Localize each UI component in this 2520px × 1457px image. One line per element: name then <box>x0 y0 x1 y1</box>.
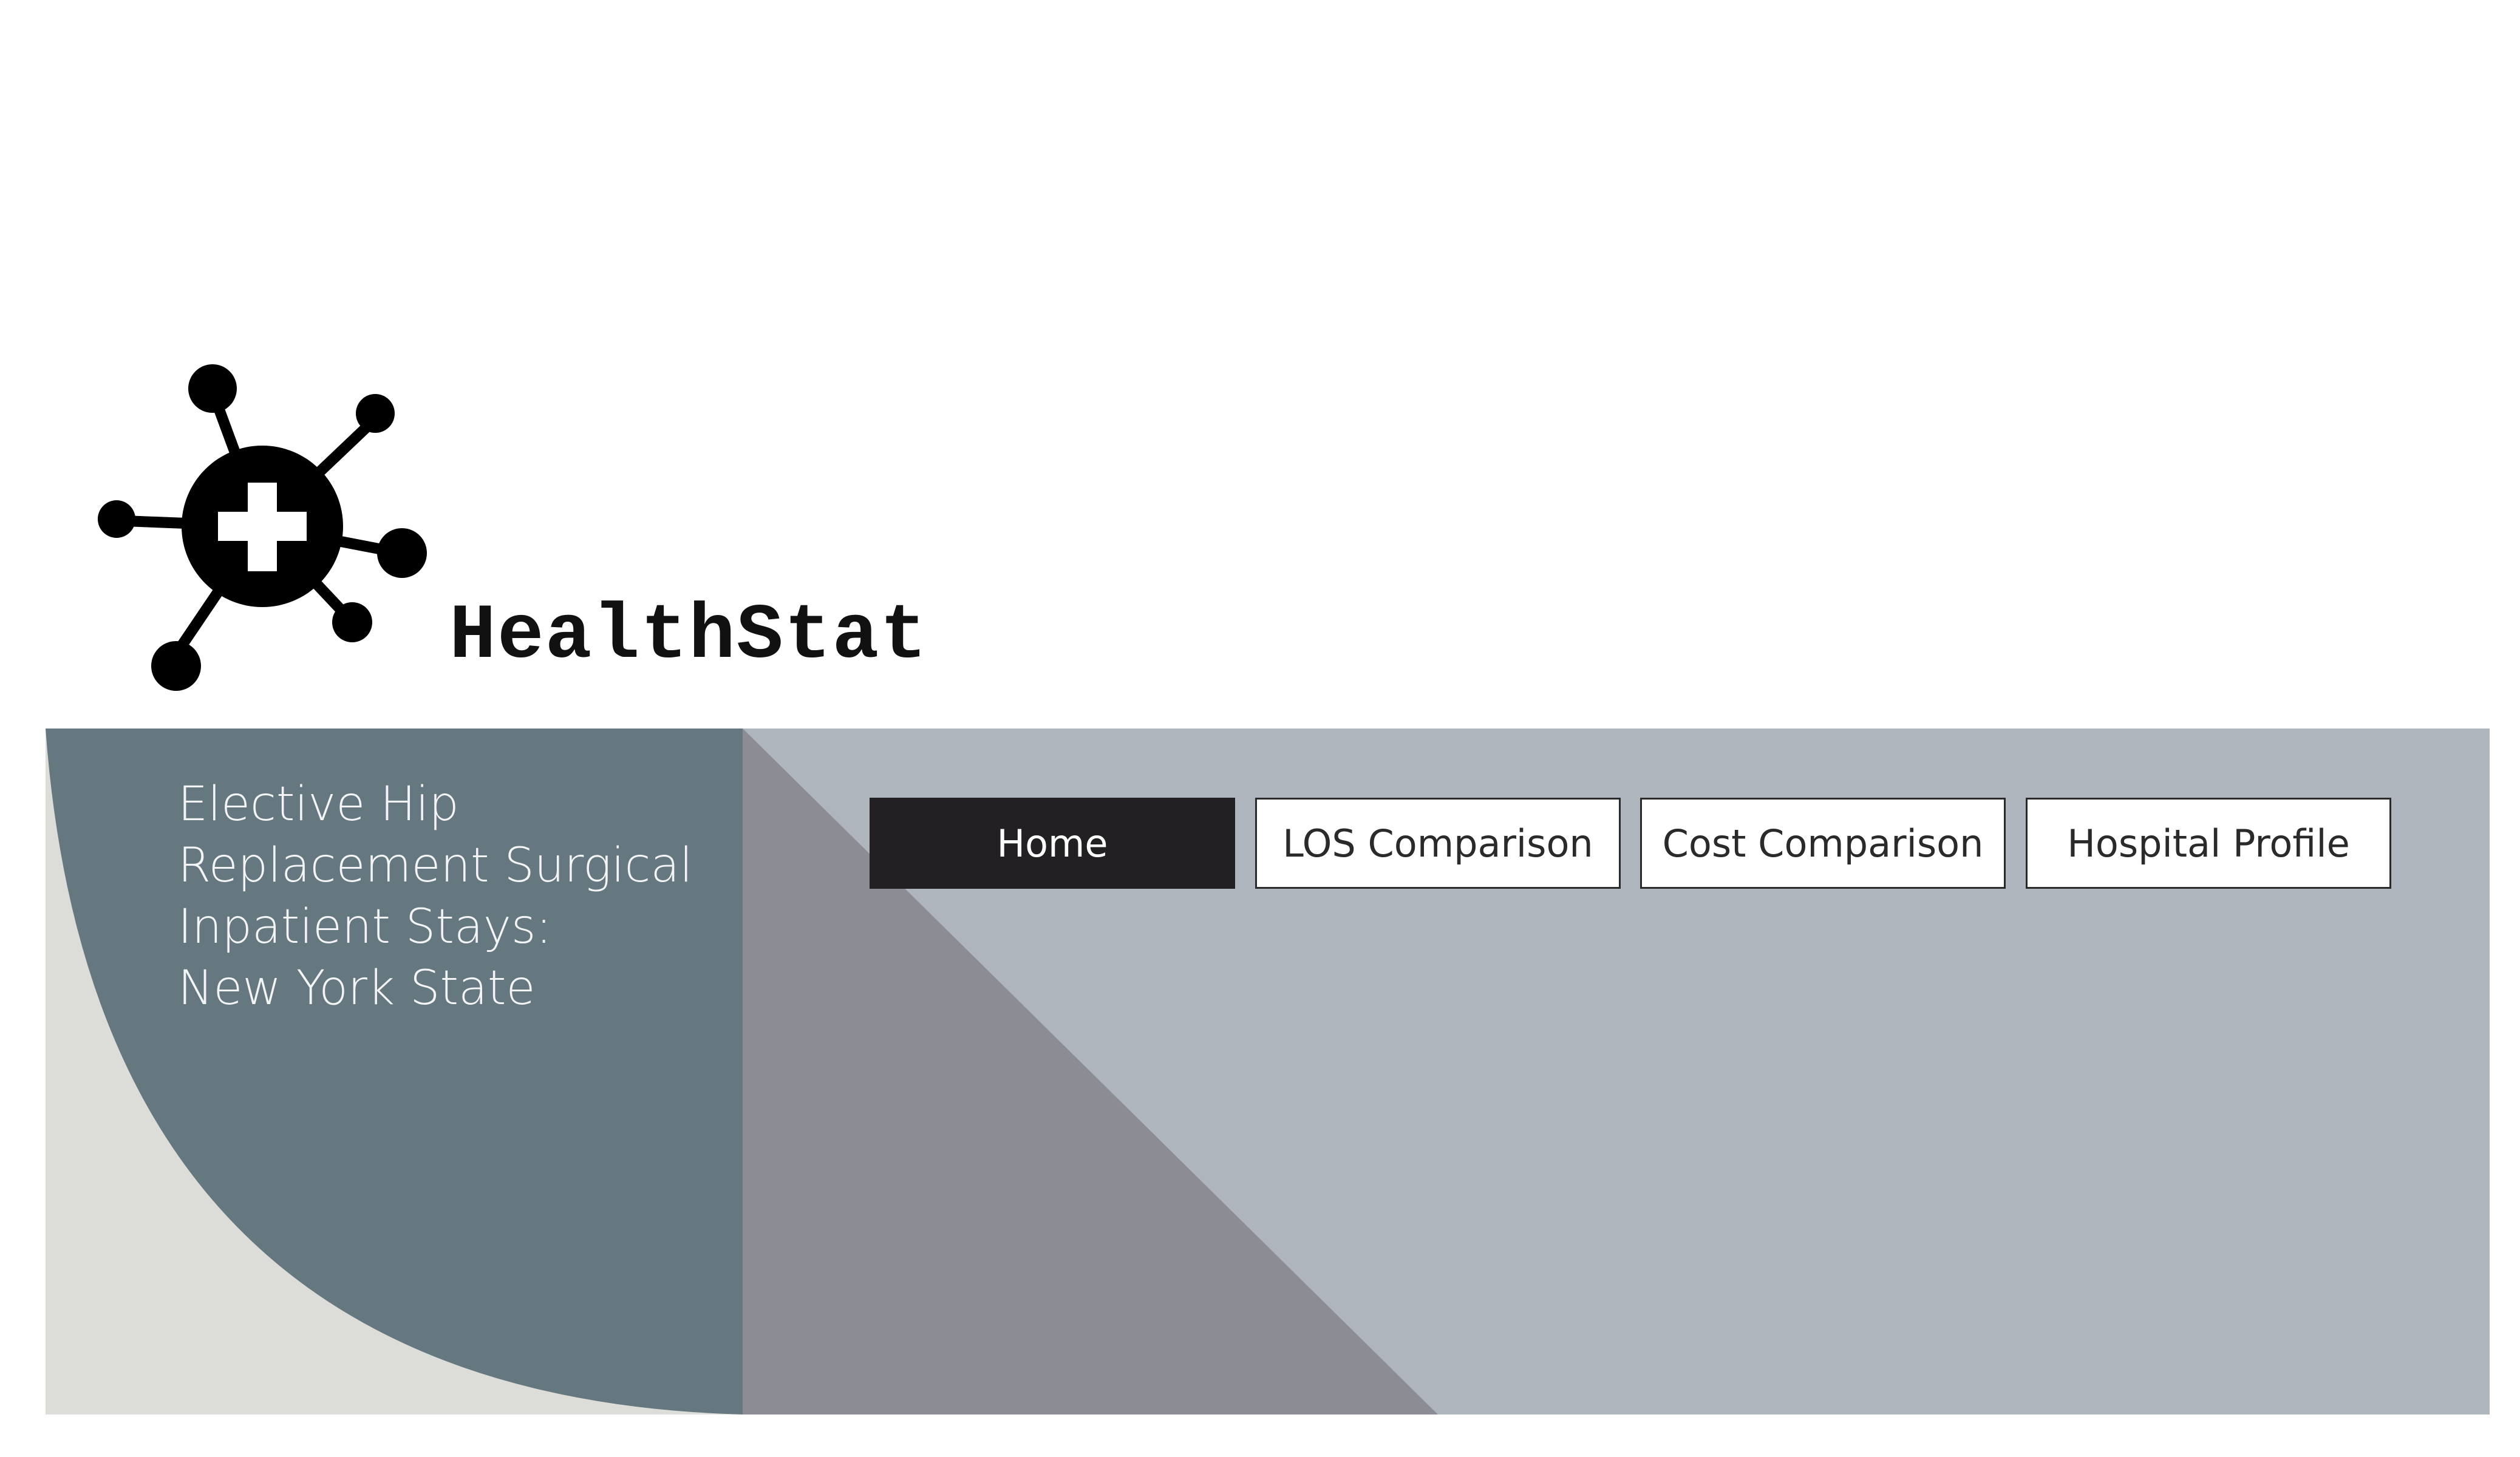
nav-home-button[interactable]: Home <box>870 798 1235 889</box>
nav-los-comparison-button[interactable]: LOS Comparison <box>1255 798 1621 889</box>
nav-hospital-profile-button[interactable]: Hospital Profile <box>2026 798 2391 889</box>
medical-cross-network-icon <box>98 364 427 691</box>
banner-title-line: Inpatient Stays: <box>178 900 552 954</box>
banner-title-line: New York State <box>178 961 536 1016</box>
hero-banner: Elective Hip Replacement Surgical Inpati… <box>46 728 2490 1415</box>
page: HealthStat Elective Hip Replacement Surg… <box>0 0 2520 1457</box>
brand-name: HealthStat <box>449 593 928 681</box>
main-nav: Home LOS Comparison Cost Comparison Hosp… <box>46 728 2490 889</box>
nav-cost-comparison-button[interactable]: Cost Comparison <box>1640 798 2006 889</box>
